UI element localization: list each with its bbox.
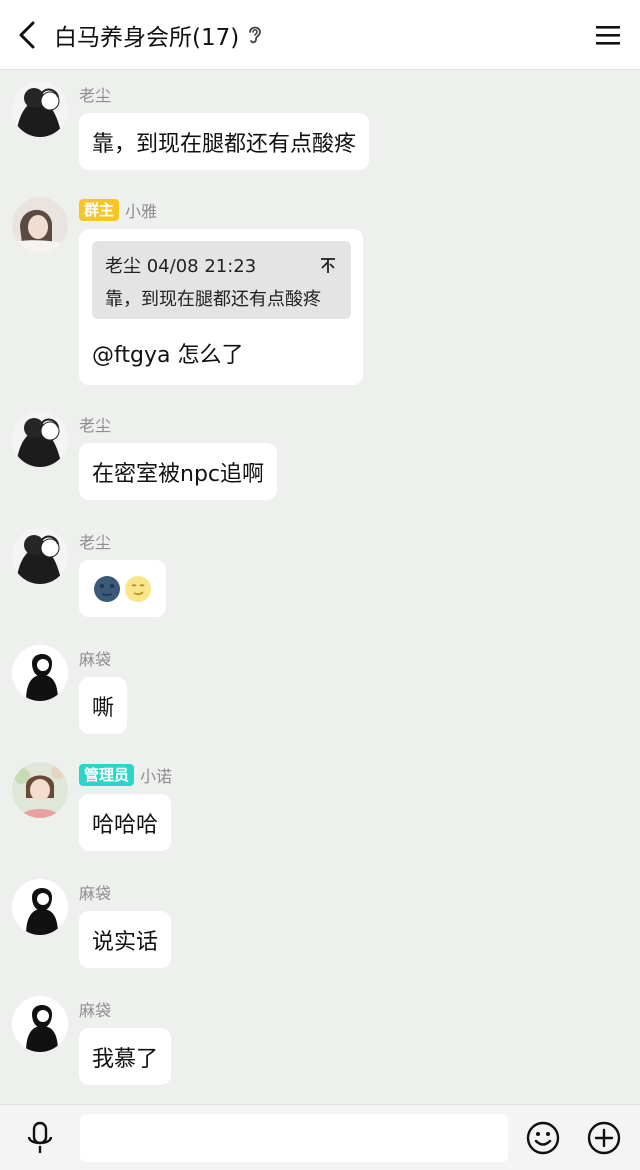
avatar[interactable] [12, 645, 68, 701]
message-input[interactable] [80, 1113, 508, 1162]
chevron-left-icon [19, 21, 35, 48]
quoted-author-time: 老尘 04/08 21:23 [105, 256, 257, 277]
owner-badge: 群主 [79, 199, 120, 221]
message-bubble[interactable]: 说实话 [79, 911, 172, 968]
avatar[interactable] [12, 197, 68, 253]
sender-name: 小雅 [125, 202, 158, 221]
plus-circle-icon [587, 1121, 621, 1154]
message-bubble[interactable]: 我慕了 [79, 1028, 172, 1085]
voice-button[interactable] [0, 1105, 80, 1170]
message-list[interactable]: 老尘 靠，到现在腿都还有点酸疼 群主 小雅 老尘 04/08 21:23 靠，到… [0, 70, 640, 1104]
message-bubble[interactable]: 嘶 [79, 677, 128, 734]
quoted-message[interactable]: 老尘 04/08 21:23 靠，到现在腿都还有点酸疼 [92, 241, 351, 319]
chat-title: 白马养身会所(17) [54, 24, 240, 51]
quoted-text: 靠，到现在腿都还有点酸疼 [105, 289, 321, 310]
avatar[interactable] [12, 528, 68, 584]
avatar[interactable] [12, 879, 68, 935]
back-button[interactable] [0, 0, 54, 70]
sender-name: 麻袋 [79, 1001, 112, 1020]
hamburger-menu-icon [596, 25, 620, 45]
sender-name: 麻袋 [79, 884, 112, 903]
message-bubble[interactable]: 哈哈哈 [79, 794, 172, 851]
message-bubble[interactable]: 靠，到现在腿都还有点酸疼 [79, 113, 370, 170]
reply-text: @ftgya 怎么了 [92, 343, 244, 368]
input-bar [0, 1104, 640, 1170]
sender-name: 老尘 [79, 416, 112, 435]
message-bubble[interactable]: 在密室被npc追啊 [79, 443, 278, 500]
more-button[interactable] [578, 1105, 630, 1170]
message-bubble[interactable]: 老尘 04/08 21:23 靠，到现在腿都还有点酸疼 @ftgya 怎么了 [79, 229, 363, 385]
sender-name: 小诺 [140, 767, 173, 786]
avatar[interactable] [12, 81, 68, 137]
pin-top-icon [321, 258, 335, 273]
admin-badge: 管理员 [79, 764, 135, 786]
emoji-button[interactable] [508, 1105, 578, 1170]
microphone-icon [27, 1121, 53, 1153]
sender-name: 麻袋 [79, 650, 112, 669]
sender-name: 老尘 [79, 86, 112, 105]
avatar[interactable] [12, 762, 68, 818]
ear-icon [247, 24, 263, 46]
new-moon-face-icon [94, 575, 120, 602]
avatar[interactable] [12, 411, 68, 467]
menu-button[interactable] [576, 0, 640, 70]
first-quarter-moon-face-icon [125, 575, 151, 602]
smiley-icon [526, 1121, 560, 1154]
avatar[interactable] [12, 996, 68, 1052]
message-bubble[interactable] [79, 560, 166, 617]
sender-name: 老尘 [79, 533, 112, 552]
chat-header: 白马养身会所(17) [0, 0, 640, 70]
